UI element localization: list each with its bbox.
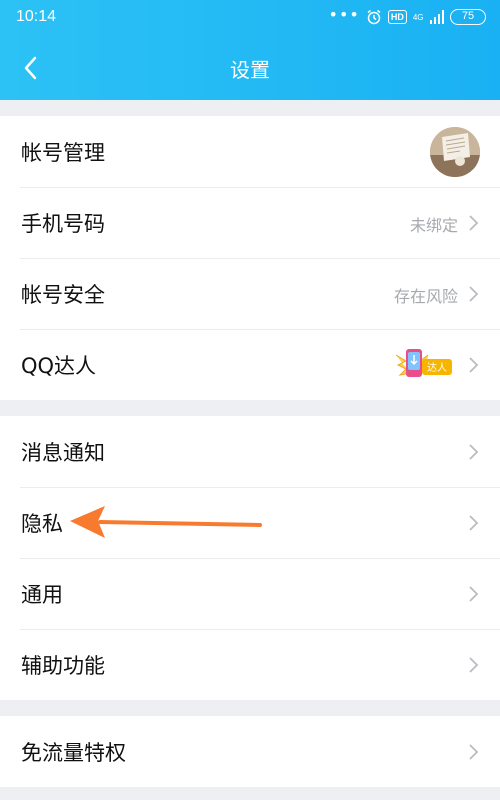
chevron-right-icon	[469, 357, 479, 373]
row-notifications[interactable]: 消息通知	[0, 416, 500, 487]
avatar-image	[430, 127, 480, 177]
chevron-right-icon	[469, 657, 479, 673]
status-icons: ••• HD 4G 75	[328, 5, 486, 26]
network-type-icon: 4G	[413, 13, 424, 22]
row-label: 手机号码	[21, 212, 105, 236]
chevron-right-icon	[469, 286, 479, 302]
row-data-free-privilege[interactable]: 免流量特权	[0, 716, 500, 787]
row-phone-number[interactable]: 手机号码 未绑定	[0, 187, 500, 258]
row-qq-expert[interactable]: QQ达人 达人	[0, 329, 500, 400]
battery-icon: 75	[450, 9, 486, 25]
row-label: 帐号安全	[21, 283, 105, 307]
general-group: 消息通知 隐私 通用 辅助功能	[0, 416, 500, 700]
row-label: 通用	[21, 583, 63, 607]
row-value: 存在风险	[393, 287, 458, 306]
row-account-security[interactable]: 帐号安全 存在风险	[0, 258, 500, 329]
alarm-icon	[367, 9, 381, 25]
chevron-right-icon	[469, 515, 479, 531]
row-label: QQ达人	[21, 354, 97, 378]
row-label: 免流量特权	[21, 741, 126, 765]
header-bar: 10:14 ••• HD 4G 75 设置	[0, 0, 500, 100]
nav-bar: 设置	[0, 44, 500, 92]
row-label: 隐私	[21, 512, 63, 536]
chevron-right-icon	[469, 744, 479, 760]
avatar[interactable]	[430, 127, 480, 177]
row-general[interactable]: 通用	[0, 558, 500, 629]
account-group: 帐号管理 手机号码 未绑定 帐号安全 存在风险 QQ达人 达人	[0, 116, 500, 400]
badge-text: 达人	[427, 362, 447, 374]
privilege-group: 免流量特权	[0, 716, 500, 787]
status-bar: 10:14 ••• HD 4G 75	[0, 0, 500, 36]
row-accessibility[interactable]: 辅助功能	[0, 629, 500, 700]
signal-icon	[429, 10, 444, 24]
annotation-arrow-icon	[70, 506, 262, 538]
hd-icon: HD	[387, 10, 407, 24]
status-time: 10:14	[16, 8, 57, 25]
chevron-right-icon	[469, 215, 479, 231]
row-value: 未绑定	[409, 216, 458, 235]
expert-badge-icon: 达人	[392, 345, 454, 385]
row-label: 帐号管理	[21, 141, 105, 165]
row-account-management[interactable]: 帐号管理	[0, 116, 500, 187]
network-type-label: 4G	[412, 12, 424, 22]
chevron-right-icon	[469, 444, 479, 460]
row-label: 消息通知	[21, 441, 105, 465]
more-dots-icon: •••	[328, 5, 360, 24]
row-label: 辅助功能	[21, 654, 105, 678]
chevron-right-icon	[469, 586, 479, 602]
page-title: 设置	[230, 58, 270, 82]
